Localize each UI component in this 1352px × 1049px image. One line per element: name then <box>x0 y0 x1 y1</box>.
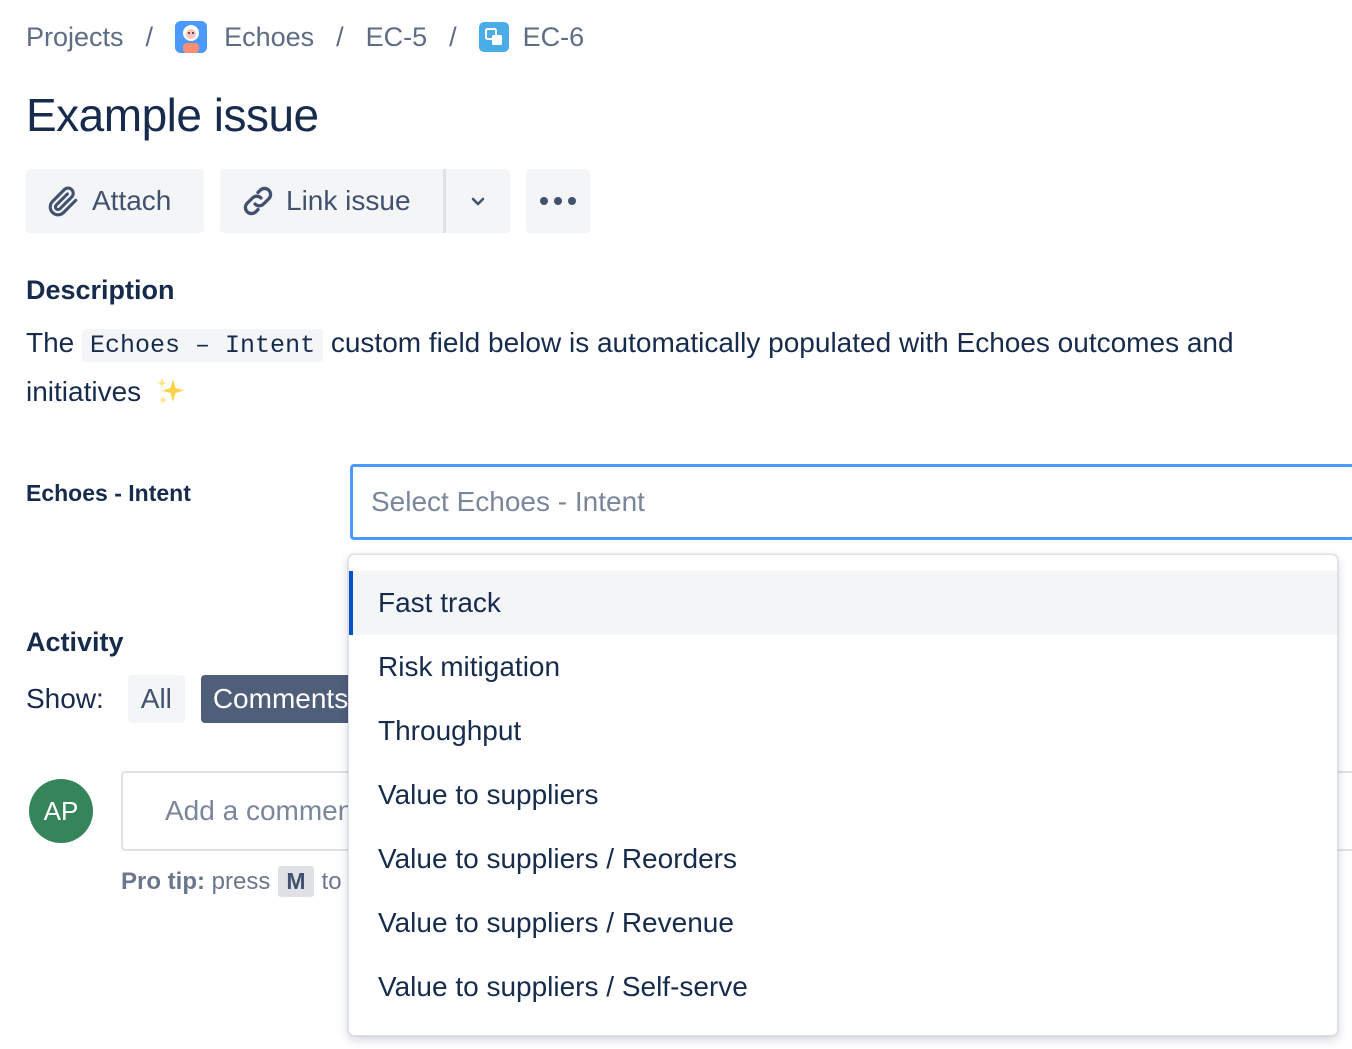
activity-filter-row: Show: All Comments <box>26 675 371 723</box>
description-inline-code: Echoes – Intent <box>82 329 324 362</box>
breadcrumb: Projects / Echoes / EC-5 / EC-6 <box>26 18 584 56</box>
link-icon <box>240 183 276 219</box>
description-text-before: The <box>26 327 75 358</box>
option-throughput[interactable]: Throughput <box>349 699 1337 763</box>
option-fast-track[interactable]: Fast track <box>349 571 1337 635</box>
attach-label: Attach <box>92 185 172 216</box>
pro-tip-label: Pro tip: <box>121 867 205 895</box>
project-avatar-icon <box>175 21 208 53</box>
option-value-to-suppliers-reorders[interactable]: Value to suppliers / Reorders <box>349 827 1337 891</box>
filter-comments-button[interactable]: Comments <box>200 675 371 723</box>
option-value-to-suppliers-self-serve[interactable]: Value to suppliers / Self-serve <box>349 955 1337 1019</box>
option-risk-mitigation[interactable]: Risk mitigation <box>349 635 1337 699</box>
echoes-intent-label: Echoes - Intent <box>26 480 191 506</box>
link-issue-group: Link issue <box>220 169 510 233</box>
option-list: Fast track Risk mitigation Throughput Va… <box>349 555 1337 1019</box>
link-issue-label: Link issue <box>286 185 411 216</box>
option-value-to-suppliers[interactable]: Value to suppliers <box>349 763 1337 827</box>
option-value-to-suppliers-revenue[interactable]: Value to suppliers / Revenue <box>349 891 1337 955</box>
sparkles-icon <box>155 375 187 421</box>
echoes-intent-select-input[interactable] <box>350 464 1352 540</box>
description-heading: Description <box>26 275 175 305</box>
breadcrumb-separator: / <box>449 21 457 52</box>
breadcrumb-current-issue-label: EC-6 <box>522 21 585 52</box>
echoes-intent-dropdown-menu: Fast track Risk mitigation Throughput Va… <box>348 554 1338 1036</box>
pro-tip-text-before: press <box>211 867 271 895</box>
link-issue-dropdown-button[interactable] <box>446 169 510 233</box>
pro-tip-text-after: to <box>321 867 342 895</box>
breadcrumb-project-label: Echoes <box>224 21 315 52</box>
breadcrumb-current-issue[interactable]: EC-6 <box>478 21 585 53</box>
breadcrumb-projects[interactable]: Projects <box>26 22 124 53</box>
issue-title[interactable]: Example issue <box>26 88 319 142</box>
issue-toolbar: Attach Link issue <box>26 169 590 233</box>
filter-all-button[interactable]: All <box>127 675 185 723</box>
subtask-icon <box>478 22 509 52</box>
more-icon <box>539 196 577 206</box>
show-label: Show: <box>26 683 104 714</box>
keyboard-shortcut-key: M <box>278 866 314 897</box>
activity-heading: Activity <box>26 627 124 657</box>
breadcrumb-parent-issue[interactable]: EC-5 <box>366 22 428 53</box>
issue-page: Projects / Echoes / EC-5 / EC-6 Example … <box>0 0 1352 1049</box>
user-avatar[interactable]: AP <box>29 779 93 843</box>
paperclip-icon <box>46 184 80 218</box>
breadcrumb-separator: / <box>145 21 154 52</box>
add-comment-placeholder: Add a comment <box>165 795 362 826</box>
link-issue-button[interactable]: Link issue <box>220 169 443 233</box>
breadcrumb-separator: / <box>336 21 344 52</box>
more-actions-button[interactable] <box>526 169 590 233</box>
attach-button[interactable]: Attach <box>26 169 204 233</box>
pro-tip: Pro tip: press M to <box>121 866 342 897</box>
chevron-down-icon <box>468 191 488 211</box>
breadcrumb-project[interactable]: Echoes <box>175 21 314 53</box>
description-body[interactable]: The Echoes – Intent custom field below i… <box>26 320 1316 421</box>
